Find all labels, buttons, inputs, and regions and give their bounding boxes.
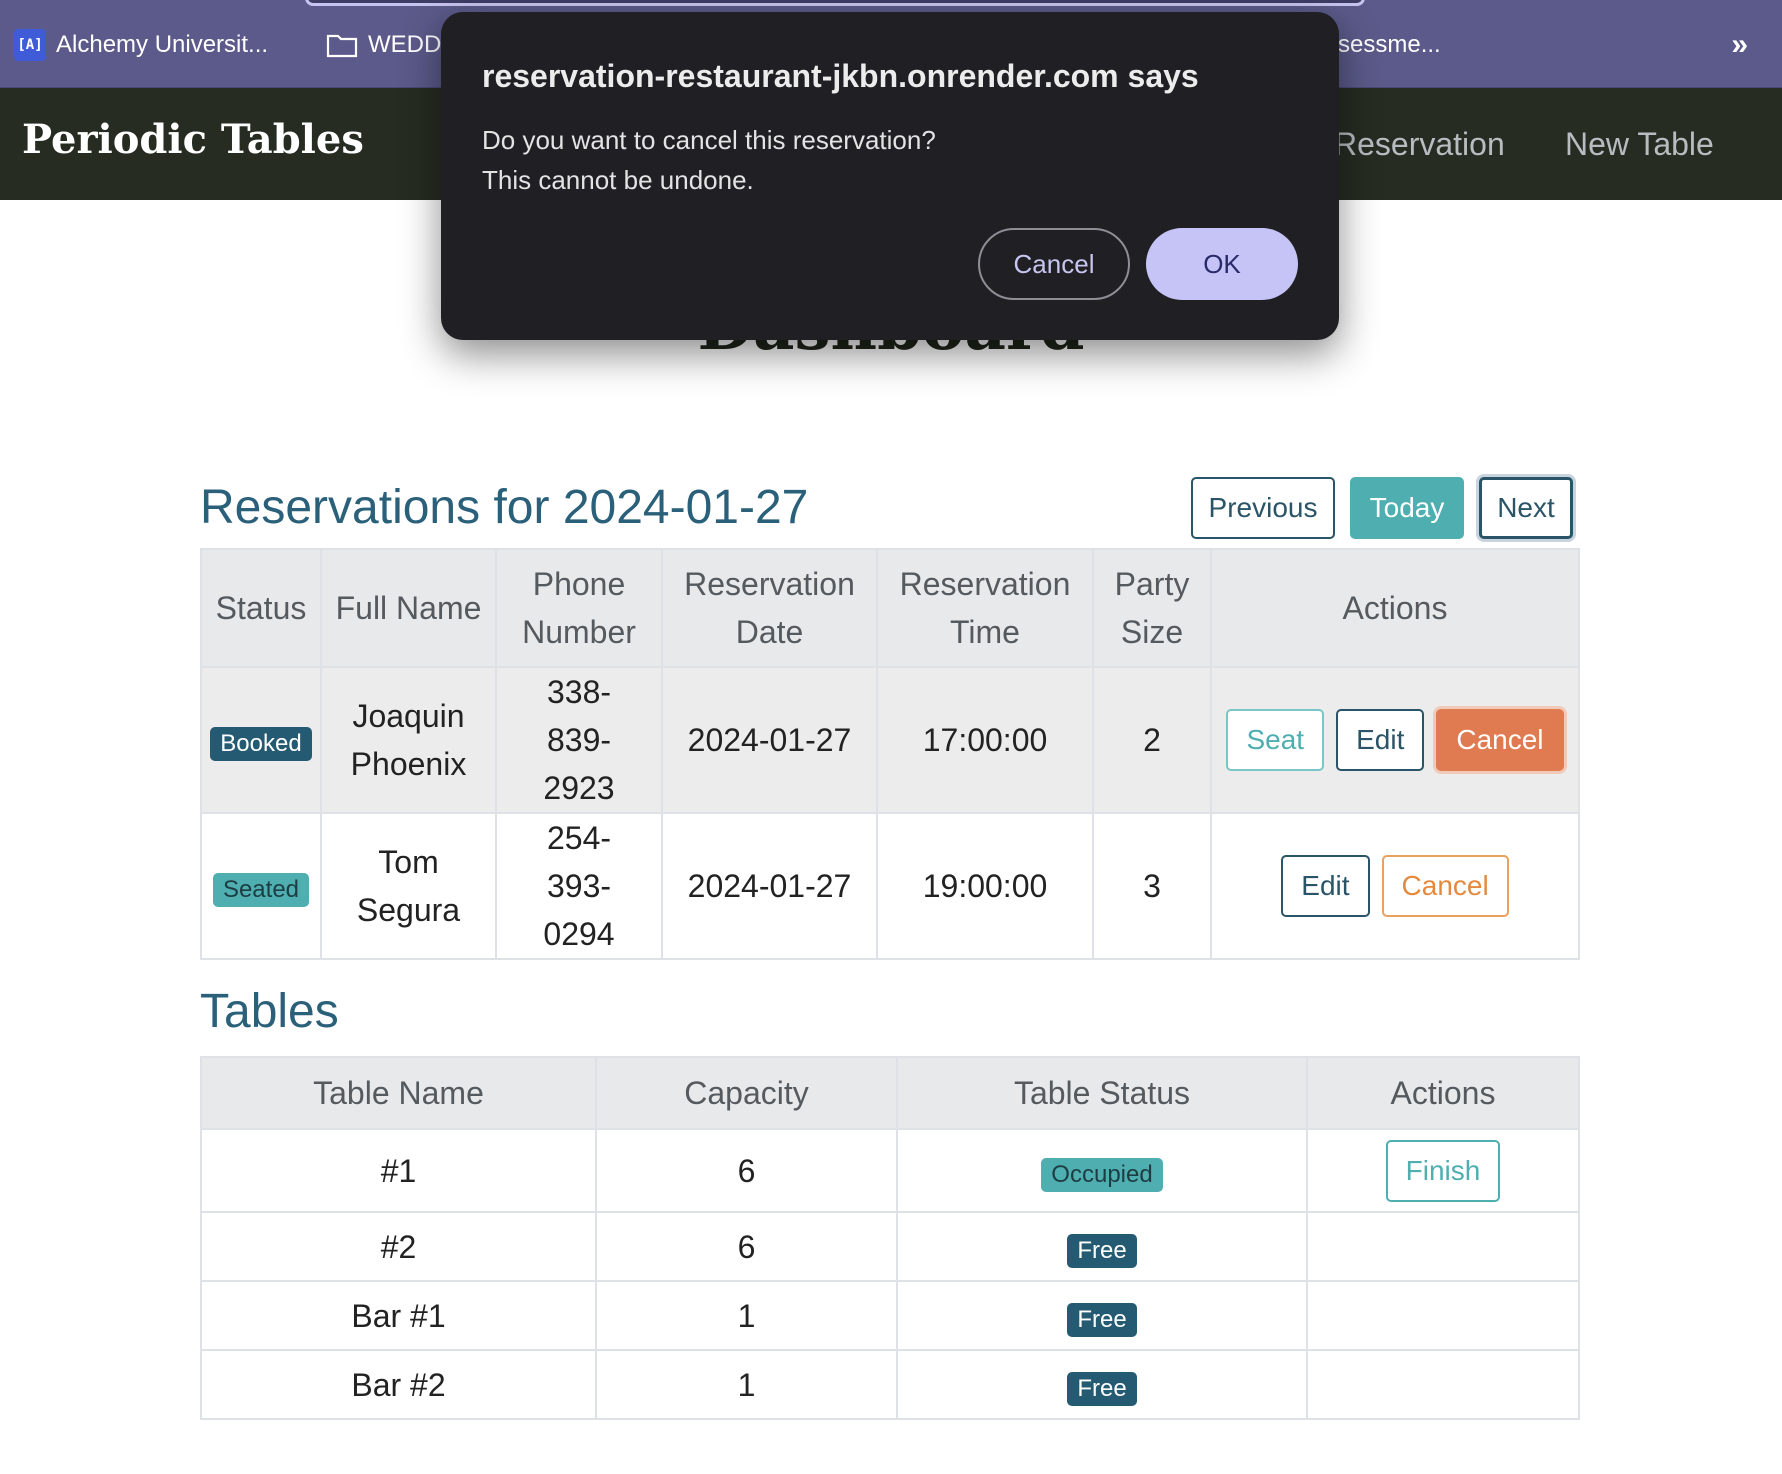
table-status-badge: Free [1067,1302,1137,1337]
edit-button[interactable]: Edit [1281,855,1370,917]
nav-link-new-table[interactable]: New Table [1565,126,1714,163]
bookmark-folder-wedd[interactable]: WEDD [326,28,441,62]
table-name: #1 [200,1128,597,1213]
reservation-date: 2024-01-27 [661,666,878,814]
actions-cell: Seat Edit Cancel [1210,666,1580,814]
nav-link-new-reservation[interactable]: Reservation [1334,126,1505,163]
phone-number: 338-839-2923 [495,666,663,814]
next-day-button[interactable]: Next [1479,477,1573,539]
column-header: Reservation Time [876,548,1094,668]
table-row: Bar #2 1 Free [200,1349,1580,1420]
table-capacity: 1 [595,1349,898,1420]
table-name: #2 [200,1211,597,1282]
reservations-table: Status Full Name Phone Number Reservatio… [200,548,1580,960]
actions-cell [1306,1280,1580,1351]
column-header: Table Name [200,1056,597,1130]
alchemy-favicon-icon: [A] [14,29,46,61]
dialog-message: Do you want to cancel this reservation? … [482,120,936,200]
dialog-title: reservation-restaurant-jkbn.onrender.com… [482,58,1199,94]
column-header: Party Size [1092,548,1212,668]
table-capacity: 1 [595,1280,898,1351]
party-size: 3 [1092,812,1212,960]
folder-icon [326,32,358,58]
party-size: 2 [1092,666,1212,814]
full-name: Tom Segura [320,812,497,960]
table-row: Seated Tom Segura 254-393-0294 2024-01-2… [200,812,1580,960]
cancel-reservation-button[interactable]: Cancel [1381,855,1509,917]
tables-heading: Tables [200,985,339,1038]
seat-button[interactable]: Seat [1226,709,1325,771]
table-row: #1 6 Occupied Finish [200,1128,1580,1213]
bookmark-alchemy[interactable]: [A] Alchemy Universit... [14,28,268,62]
bookmark-label: WEDD [368,31,442,58]
column-header: Status [200,548,322,668]
actions-cell: Edit Cancel [1210,812,1580,960]
table-row: Booked Joaquin Phoenix 338-839-2923 2024… [200,666,1580,814]
dialog-message-line: Do you want to cancel this reservation? [482,125,936,155]
table-status-badge: Occupied [1041,1157,1163,1192]
table-row: #2 6 Free [200,1211,1580,1282]
column-header: Reservation Date [661,548,878,668]
actions-cell [1306,1211,1580,1282]
status-badge: Booked [210,727,312,761]
phone-number: 254-393-0294 [495,812,663,960]
brand-logo[interactable]: Periodic Tables [22,116,364,163]
table-name: Bar #1 [200,1280,597,1351]
bookmark-label: ssessme... [1326,31,1441,58]
confirm-dialog: reservation-restaurant-jkbn.onrender.com… [441,12,1339,340]
reservation-time: 19:00:00 [876,812,1094,960]
column-header: Table Status [896,1056,1308,1130]
table-capacity: 6 [595,1128,898,1213]
more-bookmarks-icon[interactable]: » [1731,28,1748,62]
previous-day-button[interactable]: Previous [1191,477,1335,539]
dialog-cancel-button[interactable]: Cancel [978,228,1130,300]
table-name: Bar #2 [200,1349,597,1420]
finish-button[interactable]: Finish [1385,1139,1501,1202]
cancel-reservation-button[interactable]: Cancel [1436,709,1564,771]
bookmark-label: Alchemy Universit... [56,31,269,58]
bookmark-assessment[interactable]: ssessme... [1326,28,1441,62]
tables-table: Table Name Capacity Table Status Actions… [200,1056,1580,1420]
full-name: Joaquin Phoenix [320,666,497,814]
address-bar[interactable] [305,0,1365,6]
actions-cell [1306,1349,1580,1420]
reservations-heading: Reservations for 2024-01-27 [200,481,809,534]
table-capacity: 6 [595,1211,898,1282]
today-button[interactable]: Today [1350,477,1464,539]
status-badge: Seated [212,873,310,907]
reservation-time: 17:00:00 [876,666,1094,814]
reservation-date: 2024-01-27 [661,812,878,960]
table-row: Bar #1 1 Free [200,1280,1580,1351]
table-status-badge: Free [1067,1371,1137,1406]
dialog-message-line: This cannot be undone. [482,165,754,195]
column-header: Actions [1306,1056,1580,1130]
table-status-badge: Free [1067,1233,1137,1268]
column-header: Phone Number [495,548,663,668]
dialog-ok-button[interactable]: OK [1146,228,1298,300]
edit-button[interactable]: Edit [1336,709,1425,771]
column-header: Actions [1210,548,1580,668]
column-header: Capacity [595,1056,898,1130]
column-header: Full Name [320,548,497,668]
